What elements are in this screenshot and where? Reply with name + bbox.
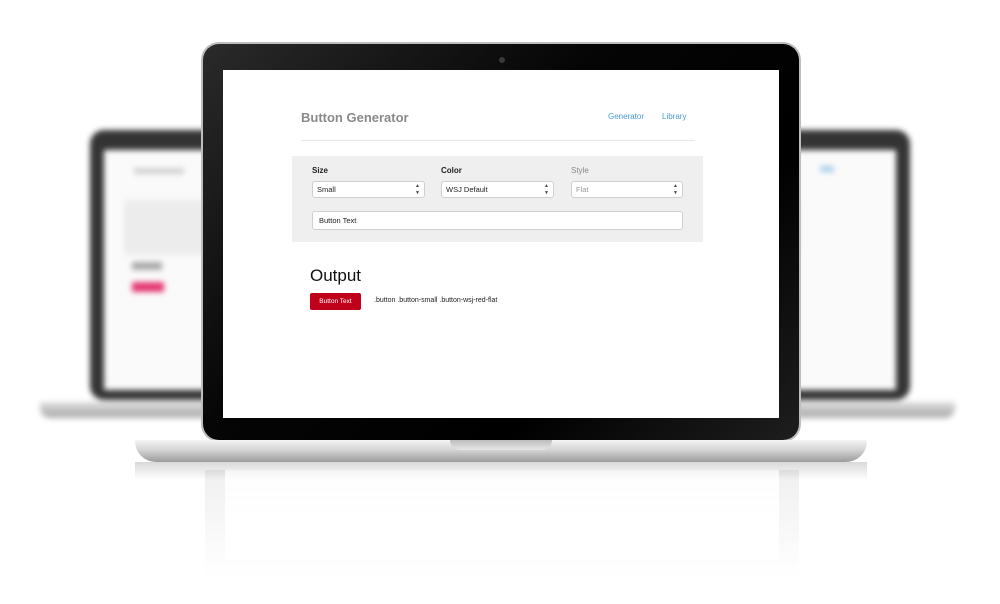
ghost-link: [820, 166, 834, 172]
class-string: .button .button-small .button-wsj-red-fl…: [374, 297, 498, 304]
laptop-notch: [450, 440, 552, 450]
style-select-value: Flat: [576, 185, 589, 194]
button-text-input[interactable]: Button Text: [312, 211, 683, 230]
laptop-reflection: [205, 470, 799, 580]
camera-icon: [499, 57, 505, 63]
laptop-base: [135, 440, 867, 462]
select-arrow-icon: ▲ ▼: [415, 183, 420, 196]
page-title: Button Generator: [301, 110, 409, 125]
color-select[interactable]: WSJ Default ▲ ▼: [441, 181, 554, 198]
select-arrow-icon: ▲ ▼: [544, 183, 549, 196]
laptop-screen: Button Generator Generator Library Size …: [223, 70, 779, 418]
output-heading: Output: [310, 266, 362, 285]
color-label: Color: [441, 166, 462, 175]
laptop-lid: Button Generator Generator Library Size …: [203, 44, 799, 440]
options-panel: Size Small ▲ ▼ Color WSJ Default ▲ ▼ Style…: [292, 156, 703, 242]
screen-reflection: [225, 470, 779, 560]
nav-link-library[interactable]: Library: [662, 112, 686, 121]
size-select-value: Small: [317, 185, 336, 194]
style-label: Style: [571, 166, 589, 175]
ghost-title: [134, 168, 184, 174]
ghost-heading: [132, 262, 162, 270]
size-label: Size: [312, 166, 329, 175]
select-arrow-icon: ▲ ▼: [673, 183, 678, 196]
ghost-red-button: [132, 282, 164, 292]
nav-link-generator[interactable]: Generator: [608, 112, 644, 121]
header-divider: [301, 140, 695, 141]
style-select[interactable]: Flat ▲ ▼: [571, 181, 683, 198]
preview-button[interactable]: Button Text: [310, 293, 361, 310]
size-select[interactable]: Small ▲ ▼: [312, 181, 425, 198]
color-select-value: WSJ Default: [446, 185, 488, 194]
